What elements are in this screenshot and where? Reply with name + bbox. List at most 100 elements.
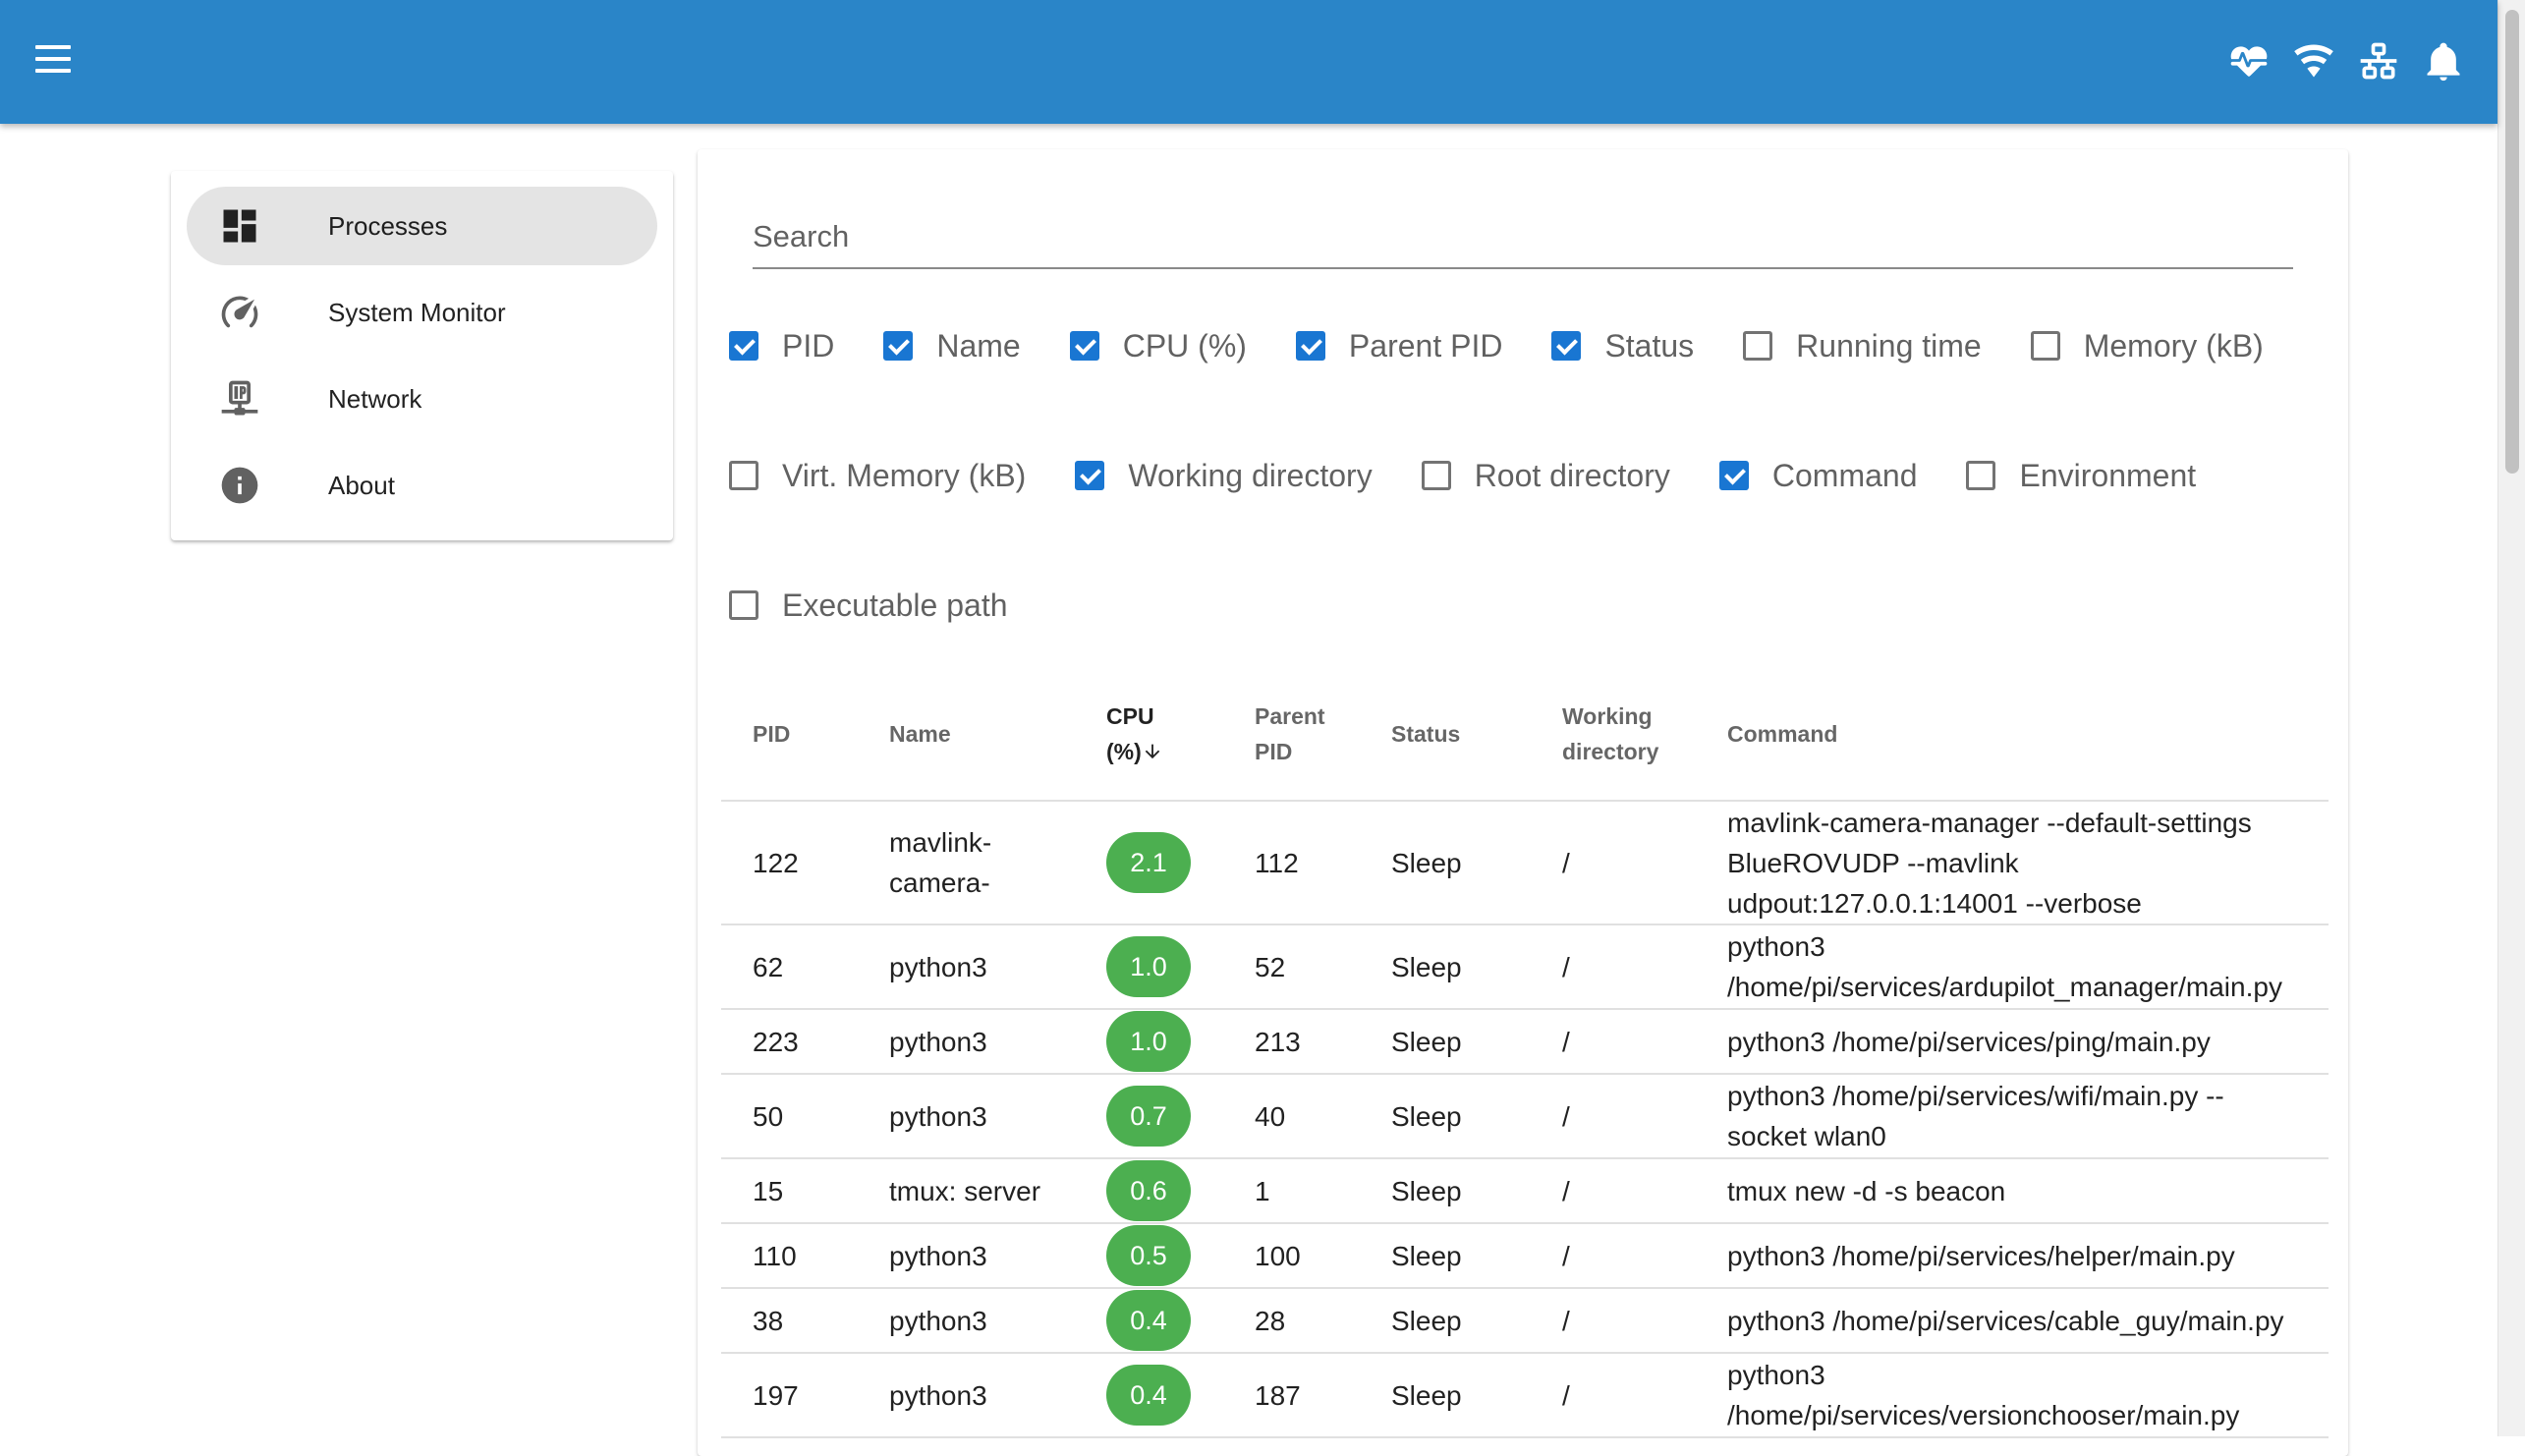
cell-name: mavlink-camera- xyxy=(858,801,1075,925)
table-row[interactable]: 110 python3 0.5 100 Sleep / python3 /hom… xyxy=(721,1223,2329,1289)
toggle-cpu[interactable]: CPU (%) xyxy=(1060,322,1247,369)
checkbox[interactable] xyxy=(2030,331,2060,361)
cell-name: python3 xyxy=(858,924,1075,1010)
cpu-chip: 2.1 xyxy=(1106,832,1191,893)
page-scrollbar[interactable] xyxy=(2497,0,2525,1436)
checkbox[interactable] xyxy=(1966,461,1996,490)
cell-working-directory: / xyxy=(1531,1158,1696,1224)
column-header-command[interactable]: Command xyxy=(1696,668,2329,802)
toggle-label: Command xyxy=(1771,457,1918,493)
cell-command: mavlink-camera-manager --default-setting… xyxy=(1696,801,2329,925)
cell-command: python3 /home/pi/services/cable_guy/main… xyxy=(1696,1288,2329,1354)
cpu-chip: 0.4 xyxy=(1106,1365,1191,1426)
cell-name: python3 xyxy=(858,1223,1075,1289)
column-header-status[interactable]: Status xyxy=(1360,668,1531,802)
cell-status: Sleep xyxy=(1360,801,1531,925)
checkbox[interactable] xyxy=(729,461,758,490)
cell-status: Sleep xyxy=(1360,1223,1531,1289)
heart-pulse-icon[interactable] xyxy=(2226,38,2272,84)
cell-cpu: 1.0 xyxy=(1075,1009,1223,1075)
speedometer-icon xyxy=(218,291,261,334)
scrollbar-thumb[interactable] xyxy=(2505,10,2519,474)
toggle-running-time[interactable]: Running time xyxy=(1733,322,1982,369)
search-field[interactable] xyxy=(753,208,2293,269)
cell-name: python3 xyxy=(858,1074,1075,1159)
toggle-pid[interactable]: PID xyxy=(719,322,834,369)
toggle-root-directory[interactable]: Root directory xyxy=(1412,452,1670,499)
checkbox[interactable] xyxy=(1421,461,1451,490)
cell-pid: 38 xyxy=(721,1288,858,1354)
checkbox[interactable] xyxy=(1295,331,1325,361)
checkbox[interactable] xyxy=(1718,461,1749,490)
cpu-chip: 1.0 xyxy=(1106,1011,1191,1072)
cell-parent-pid: 100 xyxy=(1223,1223,1360,1289)
cell-command-text: mavlink-camera-manager --default-setting… xyxy=(1727,807,2252,919)
table-row[interactable]: 197 python3 0.4 187 Sleep / python3 /hom… xyxy=(721,1353,2329,1438)
nav-item-system-monitor[interactable]: System Monitor xyxy=(187,273,657,352)
bell-icon[interactable] xyxy=(2421,38,2466,84)
checkbox[interactable] xyxy=(729,590,758,620)
lan-icon[interactable] xyxy=(2356,38,2401,84)
checkbox[interactable] xyxy=(1069,331,1099,361)
table-row[interactable]: 38 python3 0.4 28 Sleep / python3 /home/… xyxy=(721,1288,2329,1354)
toggle-status[interactable]: Status xyxy=(1542,322,1694,369)
column-header-cpu[interactable]: CPU (%) xyxy=(1075,668,1223,802)
toggle-environment[interactable]: Environment xyxy=(1956,452,2196,499)
cell-status: Sleep xyxy=(1360,924,1531,1010)
cell-parent-pid: 40 xyxy=(1223,1074,1360,1159)
cell-cpu: 0.4 xyxy=(1075,1288,1223,1354)
nav-item-label: About xyxy=(328,470,395,500)
toggle-working-directory[interactable]: Working directory xyxy=(1065,452,1373,499)
column-header-label: Parent PID xyxy=(1255,703,1325,764)
toggle-label: Name xyxy=(936,327,1021,364)
checkbox[interactable] xyxy=(1743,331,1773,361)
cell-status: Sleep xyxy=(1360,1158,1531,1224)
cell-working-directory: / xyxy=(1531,924,1696,1010)
toggle-parent-pid[interactable]: Parent PID xyxy=(1286,322,1502,369)
cell-name-text: mavlink-camera- xyxy=(889,827,992,898)
toggle-virt-memory[interactable]: Virt. Memory (kB) xyxy=(719,452,1026,499)
cell-cpu: 0.7 xyxy=(1075,1074,1223,1159)
toggle-label: Environment xyxy=(2019,457,2197,493)
toggle-label: Status xyxy=(1604,327,1695,364)
table-row[interactable]: 122 mavlink-camera- 2.1 112 Sleep / mavl… xyxy=(721,801,2329,925)
toggle-command[interactable]: Command xyxy=(1710,452,1918,499)
nav-item-network[interactable]: Network xyxy=(187,360,657,438)
toggle-label: Running time xyxy=(1796,327,1982,364)
table-row[interactable]: 15 tmux: server 0.6 1 Sleep / tmux new -… xyxy=(721,1158,2329,1224)
toggle-memory[interactable]: Memory (kB) xyxy=(2021,322,2264,369)
cell-command: python3 /home/pi/services/ardupilot_mana… xyxy=(1696,924,2329,1010)
cell-command-text: python3 /home/pi/services/wifi/main.py -… xyxy=(1727,1081,2224,1151)
cell-pid: 122 xyxy=(721,801,858,925)
table-header-row: PID Name CPU (%) Parent PID Status Worki… xyxy=(721,668,2329,802)
wifi-icon[interactable] xyxy=(2291,38,2336,84)
column-header-working-directory[interactable]: Working directory xyxy=(1531,668,1696,802)
checkbox[interactable] xyxy=(1075,461,1105,490)
column-header-label: Name xyxy=(889,721,951,747)
column-header-parent-pid[interactable]: Parent PID xyxy=(1223,668,1360,802)
toggle-label: Executable path xyxy=(782,587,1008,623)
toggle-name[interactable]: Name xyxy=(873,322,1021,369)
cell-cpu: 0.6 xyxy=(1075,1158,1223,1224)
table-row[interactable]: 62 python3 1.0 52 Sleep / python3 /home/… xyxy=(721,924,2329,1010)
checkbox[interactable] xyxy=(1551,331,1582,361)
cell-pid: 110 xyxy=(721,1223,858,1289)
column-header-name[interactable]: Name xyxy=(858,668,1075,802)
nav-item-about[interactable]: About xyxy=(187,446,657,525)
menu-icon[interactable] xyxy=(33,43,73,75)
cpu-chip: 0.4 xyxy=(1106,1290,1191,1351)
process-panel: PID Name CPU (%) Parent PID Status Runni… xyxy=(698,149,2348,1456)
cell-working-directory: / xyxy=(1531,1009,1696,1075)
checkbox[interactable] xyxy=(883,331,914,361)
cell-status: Sleep xyxy=(1360,1288,1531,1354)
nav-item-processes[interactable]: Processes xyxy=(187,187,657,265)
checkbox[interactable] xyxy=(729,331,758,361)
cell-pid: 50 xyxy=(721,1074,858,1159)
column-header-pid[interactable]: PID xyxy=(721,668,858,802)
cell-command-text: tmux new -d -s beacon xyxy=(1727,1175,2006,1206)
table-row[interactable]: 50 python3 0.7 40 Sleep / python3 /home/… xyxy=(721,1074,2329,1159)
search-input[interactable] xyxy=(753,212,2293,261)
toggle-executable-path[interactable]: Executable path xyxy=(719,582,1008,629)
cell-command-text: python3 /home/pi/services/ping/main.py xyxy=(1727,1026,2211,1057)
table-row[interactable]: 223 python3 1.0 213 Sleep / python3 /hom… xyxy=(721,1009,2329,1075)
